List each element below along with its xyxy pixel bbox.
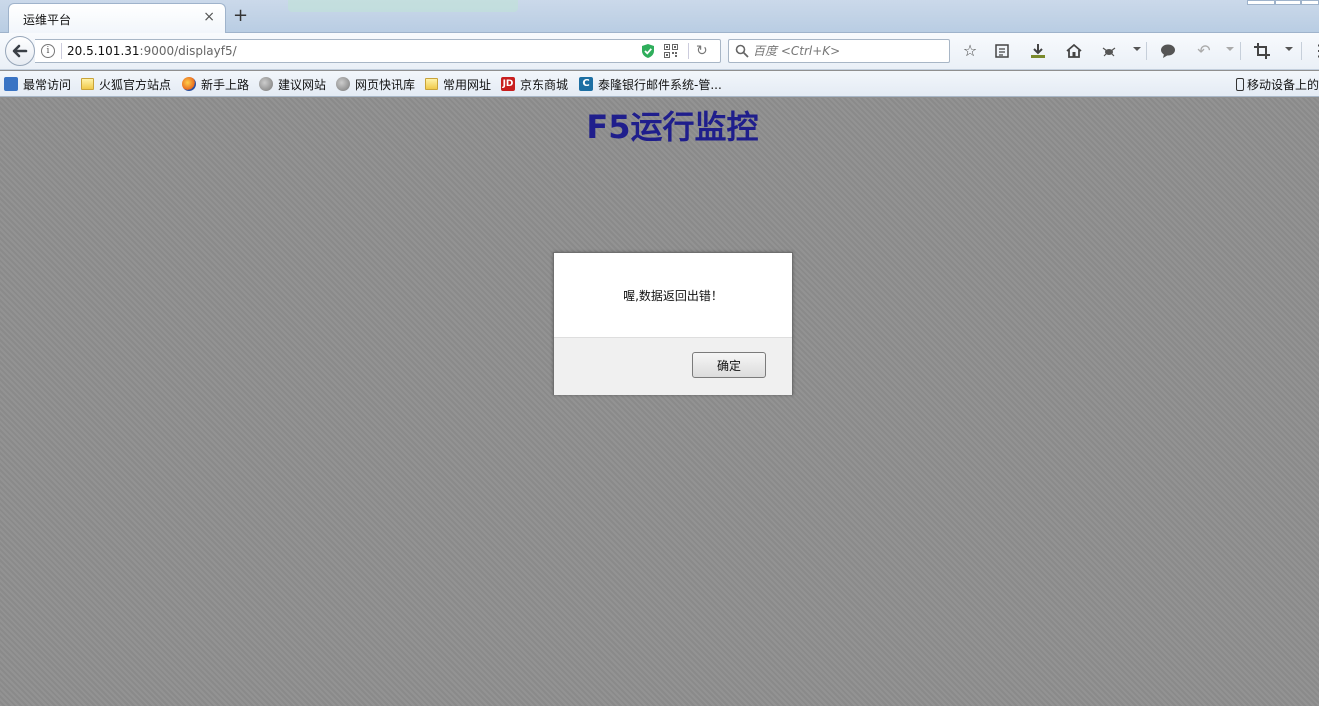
back-arrow-icon [12, 44, 28, 58]
site-info-icon[interactable]: i [41, 44, 55, 58]
folder-icon [81, 78, 94, 90]
bookmark-label: 京东商城 [520, 77, 569, 92]
globe-icon [259, 77, 273, 91]
undo-dropdown-icon[interactable] [1226, 47, 1234, 51]
bookmark-getting-started[interactable]: 新手上路 [182, 76, 249, 92]
bookmark-label: 移动设备上的 [1247, 77, 1319, 92]
url-divider [61, 43, 62, 59]
search-icon [735, 44, 749, 58]
bookmark-label: 新手上路 [201, 77, 250, 92]
undo-icon[interactable]: ↶ [1195, 42, 1213, 60]
bookmark-star-icon[interactable]: ☆ [961, 42, 979, 60]
crop-screenshot-icon[interactable] [1253, 42, 1271, 60]
extension-dropdown-icon[interactable] [1133, 47, 1141, 51]
url-bar[interactable]: i 20.5.101.31:9000/displayf5/ ↻ [35, 39, 721, 63]
bookmark-common-sites[interactable]: 常用网址 [425, 76, 491, 92]
maximize-button[interactable] [1275, 0, 1301, 5]
shield-icon[interactable] [641, 43, 655, 59]
chat-icon[interactable] [1159, 42, 1177, 60]
search-box[interactable] [728, 39, 950, 63]
toolbar-divider [1146, 42, 1147, 60]
alert-dialog: 喔,数据返回出错！ 确定 [553, 252, 793, 395]
menu-icon[interactable]: ⋮ [1311, 42, 1319, 60]
most-visited-icon [4, 77, 18, 91]
firefox-icon [182, 77, 196, 91]
bookmark-mobile[interactable]: 移动设备上的 [1236, 76, 1319, 92]
screenshot-dropdown-icon[interactable] [1285, 47, 1293, 51]
tab-close-icon[interactable]: × [203, 9, 215, 25]
bookmarks-toolbar: 最常访问 火狐官方站点 新手上路 建议网站 网页快讯库 常用网址 JD 京东商城… [0, 71, 1319, 97]
bookmark-web-slice[interactable]: 网页快讯库 [336, 76, 415, 92]
bookmark-label: 泰隆银行邮件系统-管... [598, 77, 722, 92]
bookmark-jd[interactable]: JD 京东商城 [501, 76, 568, 92]
url-host: 20.5.101.31 [67, 44, 140, 58]
toolbar-divider-3 [1301, 42, 1302, 60]
bookmark-mail-system[interactable]: C 泰隆银行邮件系统-管... [579, 76, 722, 92]
search-input[interactable] [753, 43, 943, 59]
page-title: F5运行监控 [586, 108, 759, 146]
ok-button[interactable]: 确定 [692, 352, 766, 378]
bookmark-label: 建议网站 [278, 77, 327, 92]
toolbar-divider-2 [1240, 42, 1241, 60]
globe-icon [336, 77, 350, 91]
mail-c-icon: C [579, 77, 593, 91]
background-tab-strip [288, 0, 518, 12]
url-path: :9000/displayf5/ [139, 44, 237, 58]
reload-icon[interactable]: ↻ [696, 43, 708, 59]
bookmark-label: 常用网址 [443, 77, 492, 92]
bookmark-suggested-sites[interactable]: 建议网站 [259, 76, 326, 92]
mobile-device-icon [1236, 77, 1244, 91]
minimize-button[interactable] [1247, 0, 1275, 5]
close-window-button[interactable] [1301, 0, 1319, 5]
bookmark-most-visited[interactable]: 最常访问 [4, 76, 71, 92]
dialog-footer: 确定 [554, 337, 792, 395]
dialog-message: 喔,数据返回出错！ [623, 289, 723, 303]
url-divider-2 [688, 43, 689, 59]
qr-code-icon[interactable] [664, 44, 678, 58]
tab-active[interactable]: 运维平台 × [8, 3, 226, 33]
bookmark-label: 最常访问 [23, 77, 72, 92]
bookmark-label: 火狐官方站点 [99, 77, 172, 92]
home-icon[interactable] [1065, 42, 1083, 60]
tab-title: 运维平台 [23, 13, 72, 27]
page-content: F5运行监控 喔,数据返回出错！ 确定 [0, 98, 1319, 706]
download-icon[interactable] [1029, 42, 1047, 60]
navigation-toolbar: i 20.5.101.31:9000/displayf5/ ↻ 百度 <Ctrl… [0, 33, 1319, 70]
jd-icon: JD [501, 77, 515, 91]
back-button[interactable] [5, 36, 35, 66]
reading-list-icon[interactable] [993, 42, 1011, 60]
extension-bug-icon[interactable] [1100, 42, 1118, 60]
url-text[interactable]: 20.5.101.31:9000/displayf5/ [67, 44, 237, 58]
folder-icon [425, 78, 438, 90]
tab-strip: 运维平台 × + [0, 0, 1319, 33]
new-tab-button[interactable]: + [233, 6, 248, 26]
bookmark-firefox-official[interactable]: 火狐官方站点 [81, 76, 171, 92]
bookmark-label: 网页快讯库 [355, 77, 416, 92]
